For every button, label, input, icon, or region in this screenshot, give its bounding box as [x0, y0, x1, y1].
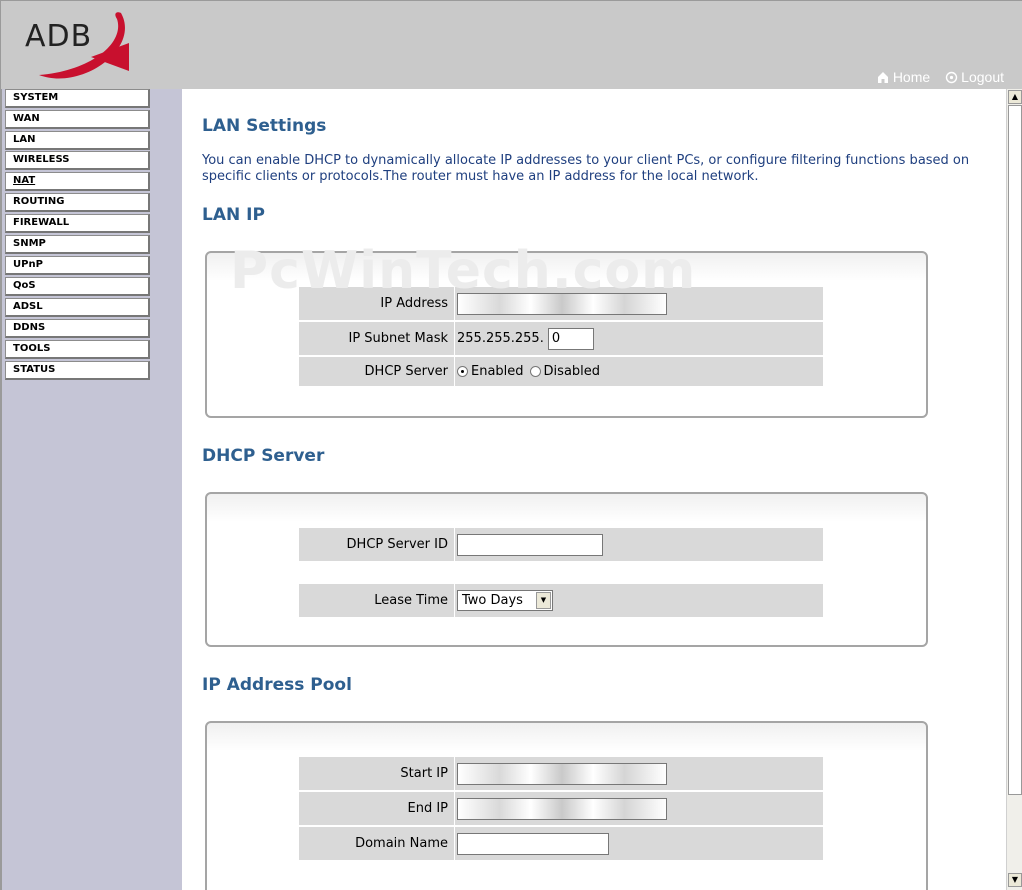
dhcp-server-id-row: DHCP Server ID: [299, 528, 823, 562]
start-ip-label: Start IP: [299, 757, 455, 790]
end-ip-label: End IP: [299, 792, 455, 825]
sidebar-item-label: TOOLS: [13, 343, 51, 354]
sidebar-item-label: QoS: [13, 280, 36, 291]
dhcp-disabled-radio[interactable]: Disabled: [529, 364, 601, 379]
sidebar-item-label: SYSTEM: [13, 92, 59, 103]
sidebar-item-routing[interactable]: ROUTING: [5, 193, 150, 212]
sidebar-item-wan[interactable]: WAN: [5, 110, 150, 129]
sidebar-item-label: ROUTING: [13, 196, 65, 207]
subnet-mask-input[interactable]: 0: [547, 327, 594, 350]
sidebar-item-label: STATUS: [13, 364, 56, 375]
chevron-down-icon: ▼: [536, 592, 551, 609]
lease-time-selected: Two Days: [462, 593, 523, 608]
domain-name-input[interactable]: [457, 832, 609, 855]
end-ip-value: [457, 792, 667, 825]
end-ip-row: End IP: [299, 792, 823, 826]
sidebar-item-upnp[interactable]: UPnP: [5, 256, 150, 275]
scroll-down-icon[interactable]: ▼: [1008, 873, 1022, 887]
sidebar-item-label: WIRELESS: [13, 154, 70, 165]
sidebar-item-tools[interactable]: TOOLS: [5, 340, 150, 359]
lease-time-value: Two Days ▼: [457, 584, 553, 617]
sidebar-item-label: SNMP: [13, 238, 46, 249]
sidebar-item-label: FIREWALL: [13, 217, 70, 228]
domain-name-row: Domain Name: [299, 827, 823, 861]
power-icon: [944, 70, 958, 84]
watermark: PcWinTech.com: [230, 241, 697, 301]
sidebar-item-label: LAN: [13, 134, 36, 145]
radio-unselected-icon: [529, 366, 541, 377]
dhcp-server-options: Enabled Disabled: [457, 357, 602, 386]
dhcp-server-row: DHCP Server Enabled Disabled: [299, 357, 823, 387]
dhcp-server-label: DHCP Server: [299, 357, 455, 386]
start-ip-value: [457, 757, 667, 790]
header-links: Home Logout: [876, 69, 1004, 85]
sidebar-item-nat[interactable]: NAT: [5, 172, 150, 191]
dhcp-server-id-value: [457, 528, 603, 561]
sidebar-item-adsl[interactable]: ADSL: [5, 298, 150, 317]
sidebar-item-status[interactable]: STATUS: [5, 361, 150, 380]
start-ip-row: Start IP: [299, 757, 823, 791]
dhcp-enabled-label: Enabled: [471, 364, 524, 379]
main-content: LAN Settings You can enable DHCP to dyna…: [182, 89, 1006, 890]
dhcp-enabled-radio[interactable]: Enabled: [457, 364, 524, 379]
dhcp-server-panel: DHCP Server ID Lease Time Two Days ▼: [205, 492, 928, 647]
subnet-mask-label: IP Subnet Mask: [299, 322, 455, 355]
home-icon: [876, 70, 890, 84]
scroll-up-icon[interactable]: ▲: [1008, 90, 1022, 104]
dhcp-server-id-label: DHCP Server ID: [299, 528, 455, 561]
sidebar-item-wireless[interactable]: WIRELESS: [5, 151, 150, 170]
sidebar-item-ddns[interactable]: DDNS: [5, 319, 150, 338]
start-ip-input[interactable]: [457, 762, 667, 785]
subnet-mask-value: 255.255.255. 0: [457, 322, 594, 355]
domain-name-value: [457, 827, 609, 860]
radio-selected-icon: [457, 366, 468, 377]
subnet-mask-row: IP Subnet Mask 255.255.255. 0: [299, 322, 823, 356]
sidebar-item-firewall[interactable]: FIREWALL: [5, 214, 150, 233]
sidebar-item-system[interactable]: SYSTEM: [5, 89, 150, 108]
sidebar: SYSTEM WAN LAN WIRELESS NAT ROUTING FIRE…: [0, 89, 182, 890]
header-bar: ADB Home Logout: [0, 0, 1022, 89]
lan-ip-title: LAN IP: [202, 205, 265, 225]
home-label: Home: [892, 69, 931, 85]
page-description: You can enable DHCP to dynamically alloc…: [202, 153, 970, 184]
dhcp-disabled-label: Disabled: [543, 364, 601, 379]
scrollbar-thumb[interactable]: [1008, 105, 1022, 795]
domain-name-label: Domain Name: [299, 827, 455, 860]
lease-time-label: Lease Time: [299, 584, 455, 617]
lease-time-select[interactable]: Two Days ▼: [457, 590, 553, 611]
end-ip-input[interactable]: [457, 797, 667, 820]
adb-logo: ADB: [21, 9, 141, 83]
sidebar-item-snmp[interactable]: SNMP: [5, 235, 150, 254]
lease-time-row: Lease Time Two Days ▼: [299, 584, 823, 618]
dhcp-server-title: DHCP Server: [202, 446, 325, 466]
vertical-scrollbar[interactable]: ▲ ▼: [1006, 89, 1022, 890]
sidebar-item-label: ADSL: [13, 301, 43, 312]
logo-text: ADB: [25, 19, 93, 54]
sidebar-item-label: UPnP: [13, 259, 43, 270]
home-link[interactable]: Home: [876, 69, 930, 85]
subnet-prefix: 255.255.255.: [457, 331, 544, 346]
sidebar-strip: [148, 89, 182, 890]
page-title: LAN Settings: [202, 116, 327, 136]
sidebar-item-lan[interactable]: LAN: [5, 131, 150, 150]
logout-link[interactable]: Logout: [944, 69, 1004, 85]
ip-pool-panel: Start IP End IP Domain Name: [205, 721, 928, 890]
sidebar-item-label: WAN: [13, 113, 40, 124]
sidebar-item-label: NAT: [13, 175, 36, 186]
dhcp-server-id-input[interactable]: [457, 533, 603, 556]
sidebar-item-qos[interactable]: QoS: [5, 277, 150, 296]
ip-pool-title: IP Address Pool: [202, 675, 352, 695]
logout-label: Logout: [961, 69, 1004, 85]
sidebar-item-label: DDNS: [13, 322, 46, 333]
